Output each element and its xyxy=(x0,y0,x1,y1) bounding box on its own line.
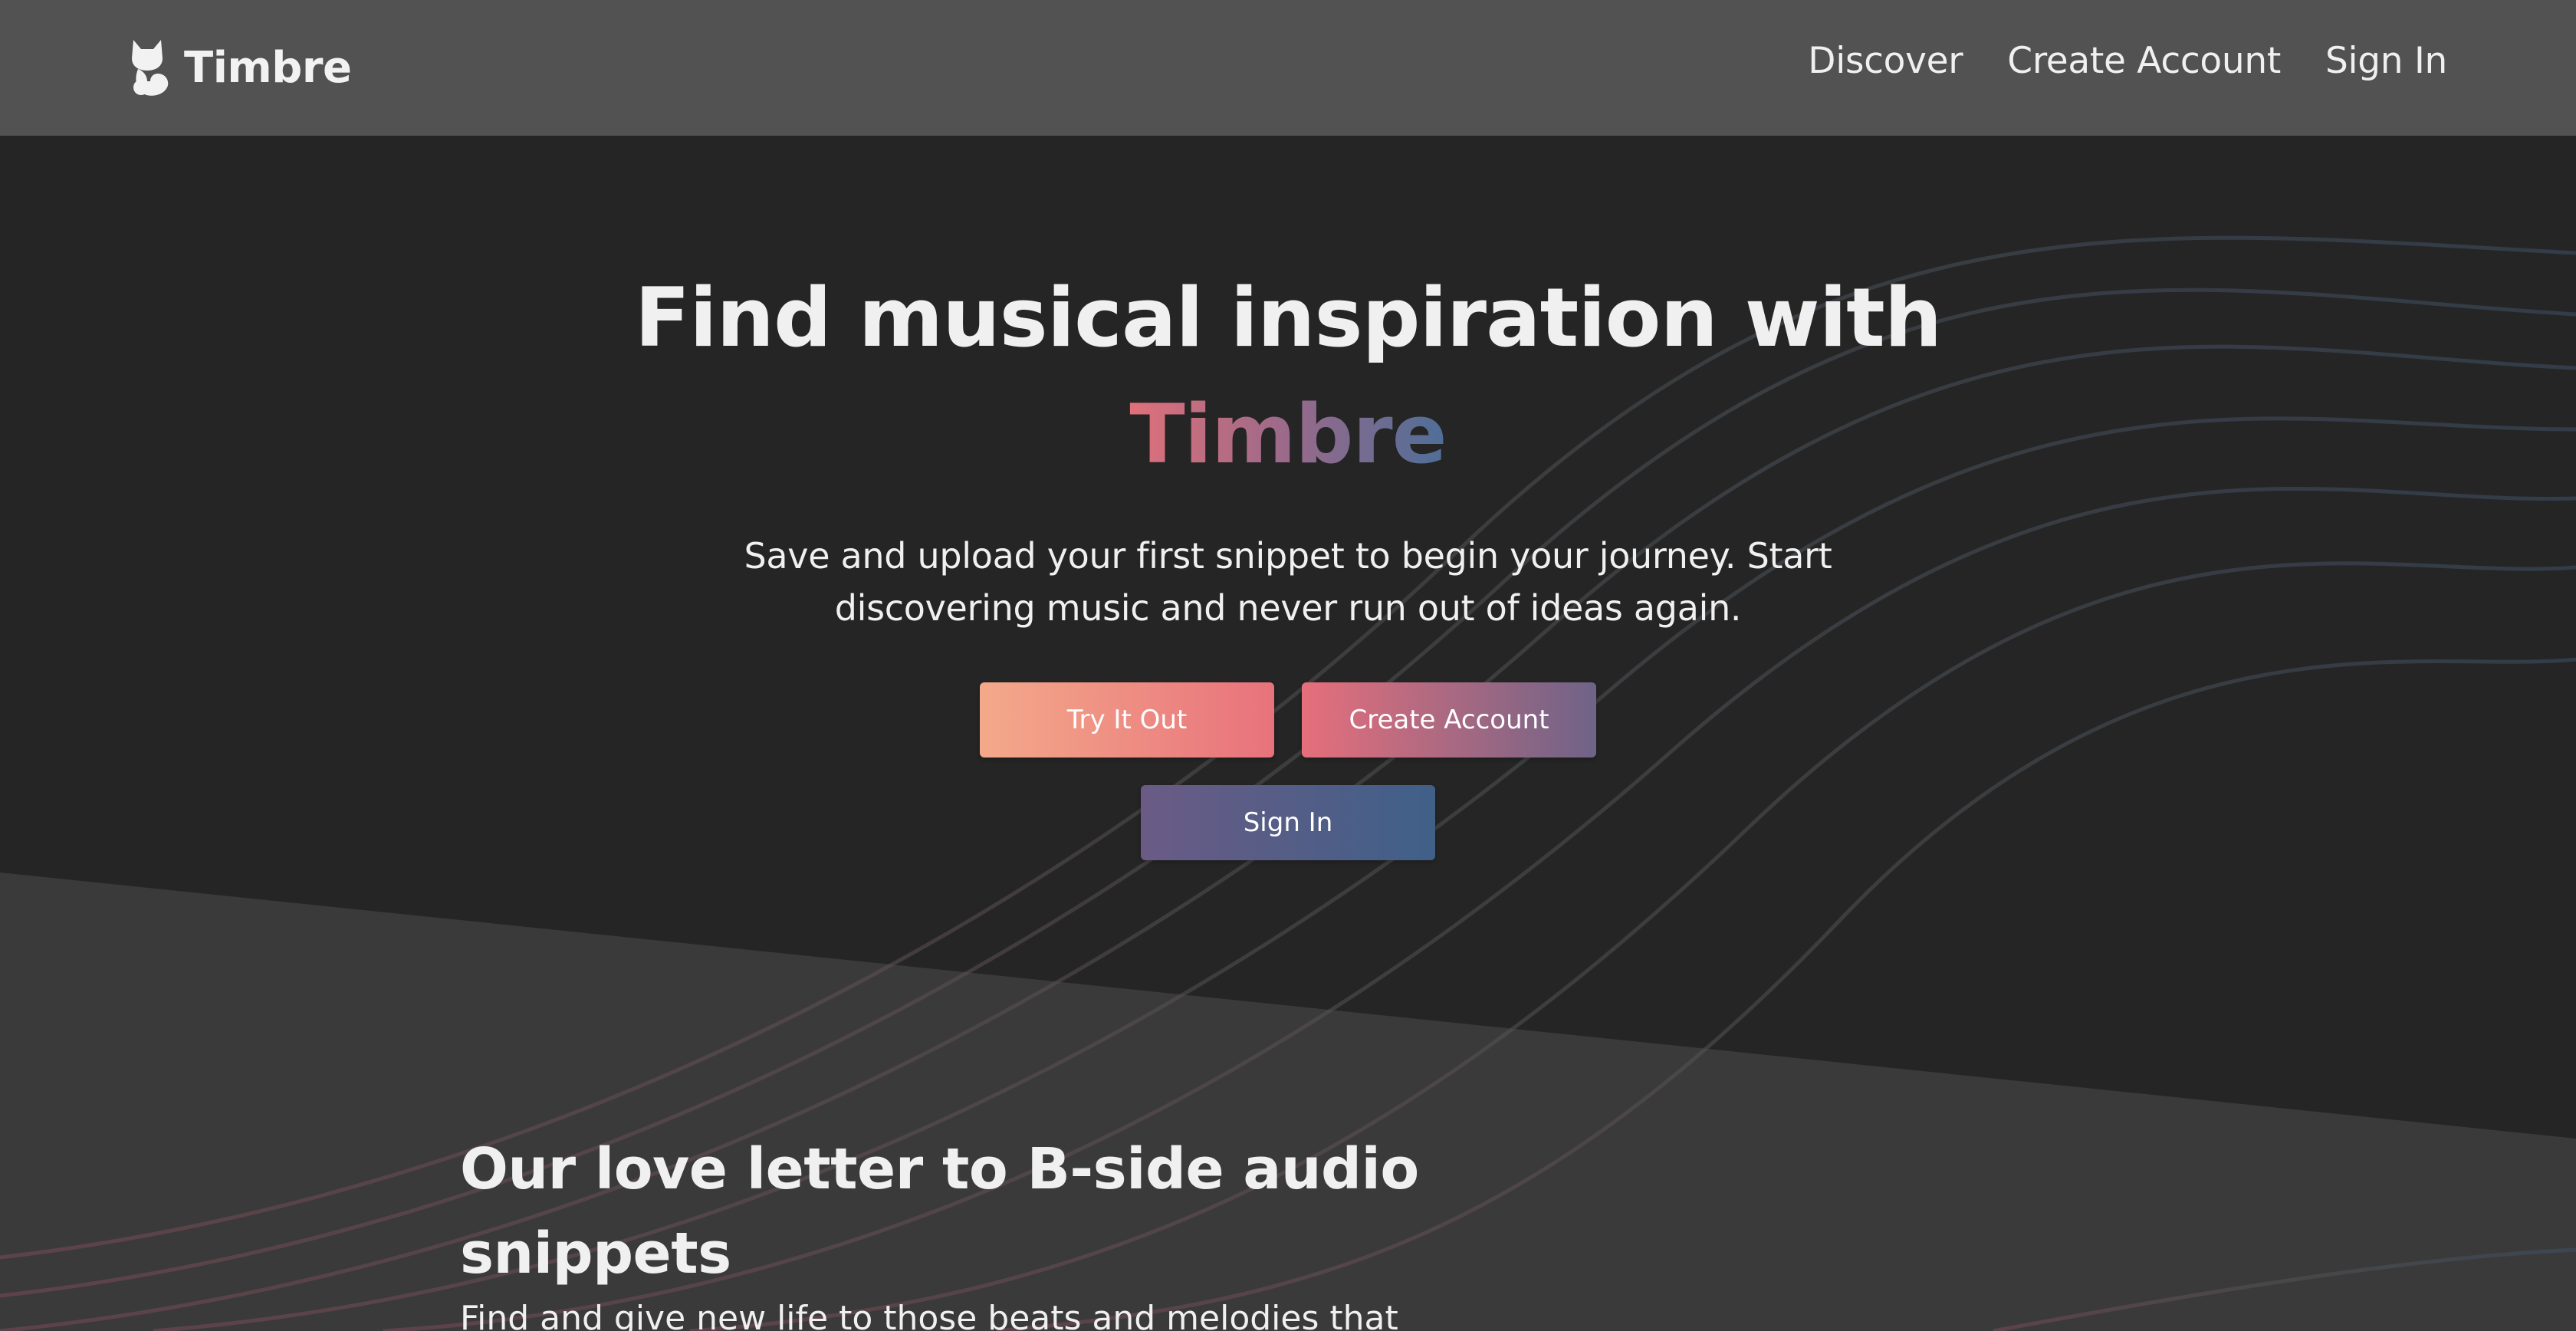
section-title-line-2: snippets xyxy=(460,1221,731,1287)
brand-name: Timbre xyxy=(184,42,352,93)
nav-link-discover[interactable]: Discover xyxy=(1808,40,1963,82)
nav-links: Discover Create Account Sign In xyxy=(1808,40,2447,82)
hero-subtitle-line-1: Save and upload your first snippet to be… xyxy=(744,535,1832,577)
hero-subtitle-line-2: discovering music and never run out of i… xyxy=(834,587,1742,629)
brand-home-link[interactable]: Timbre xyxy=(127,38,352,97)
hero-title-brand: Timbre xyxy=(1129,387,1447,481)
nav-link-sign-in[interactable]: Sign In xyxy=(2325,40,2447,82)
create-account-button[interactable]: Create Account xyxy=(1302,682,1596,758)
nav-link-create-account[interactable]: Create Account xyxy=(2007,40,2281,82)
try-it-out-button[interactable]: Try It Out xyxy=(980,682,1274,758)
section-title-line-1: Our love letter to B-side audio xyxy=(460,1136,1419,1202)
section-title: Our love letter to B-side audio snippets xyxy=(460,1127,1457,1296)
section-description: Find and give new life to those beats an… xyxy=(460,1299,1398,1331)
hero-title: Find musical inspiration with xyxy=(634,271,1942,365)
sign-in-button[interactable]: Sign In xyxy=(1141,785,1435,860)
top-navbar: Timbre Discover Create Account Sign In xyxy=(0,0,2576,136)
cat-music-note-icon xyxy=(132,40,169,96)
hero-subtitle: Save and upload your first snippet to be… xyxy=(0,530,2576,634)
page: Timbre Discover Create Account Sign In F… xyxy=(0,0,2576,1331)
